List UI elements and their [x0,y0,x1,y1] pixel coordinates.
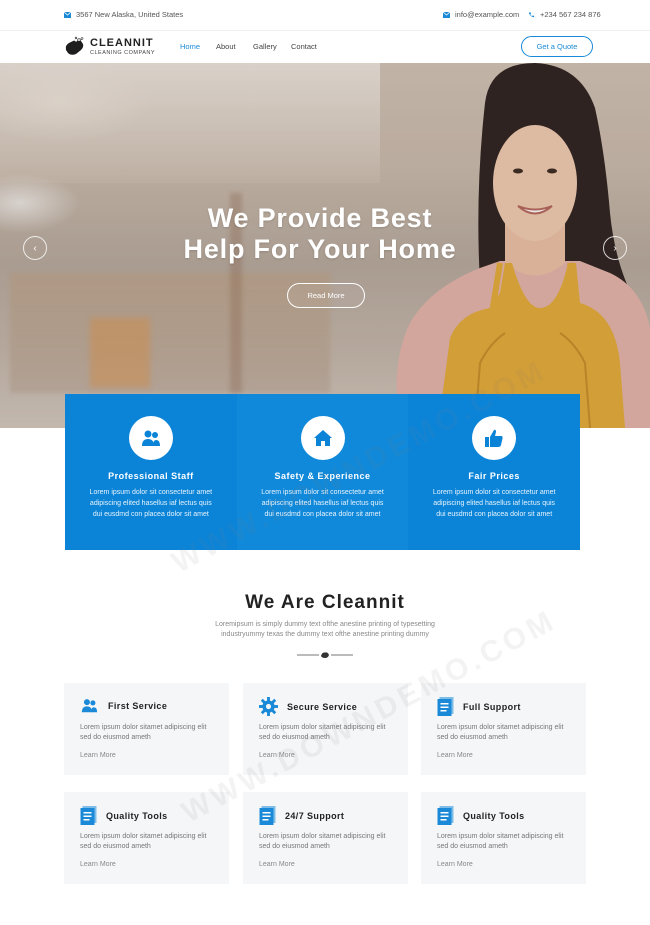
thumbs-up-icon [485,429,503,447]
document-icon [437,806,454,825]
learn-more-link[interactable]: Learn More [437,752,473,759]
hero-title-line1: We Provide Best [207,203,433,233]
nav-gallery[interactable]: Gallery [253,42,277,51]
service-title: Quality Tools [463,810,525,821]
document-icon [80,806,97,825]
slider-next-button[interactable]: › [603,236,627,260]
hero-title-line2: Help For Your Home [183,234,457,264]
chevron-left-icon: ‹ [33,242,37,254]
phone-info[interactable]: +234 567 234 876 [528,10,601,19]
top-bar: 3567 New Alaska, United States info@exam… [0,0,650,30]
service-card-head: Quality Tools [437,806,525,825]
nav-contact[interactable]: Contact [291,42,317,51]
service-card: Quality Tools Lorem ipsum dolor sitamet … [421,792,586,884]
service-card: 24/7 Support Lorem ipsum dolor sitamet a… [243,792,408,884]
feature-text: Lorem ipsum dolor sit consectetur amet a… [432,489,556,518]
read-more-button[interactable]: Read More [287,283,365,308]
service-desc: Lorem ipsum dolor sitamet adipiscing eli… [80,833,207,850]
service-desc: Lorem ipsum dolor sitamet adipiscing eli… [80,724,207,741]
nav-about[interactable]: About [216,42,236,51]
feature-title: Professional Staff [108,471,194,481]
service-title: Full Support [463,701,521,712]
cleaning-hand-icon [65,36,84,55]
chevron-right-icon: › [613,242,617,254]
logo-subtitle: CLEANING COMPANY [90,49,156,56]
feature-icon-circle [300,416,345,460]
feature-icon-circle [128,416,173,460]
get-quote-button[interactable]: Get a Quote [521,36,593,57]
service-card-head: Full Support [437,697,521,716]
envelope-icon [64,11,71,18]
service-title: First Service [108,700,168,711]
logo[interactable]: CLEANNIT CLEANING COMPANY [64,36,155,56]
section-title: We Are Cleannit [245,592,405,613]
document-icon [437,697,454,716]
service-desc: Lorem ipsum dolor sitamet adipiscing eli… [437,833,564,850]
document-icon [259,806,276,825]
intro-line2: industryummy texas the dummy text ofthe … [221,631,429,638]
email-info[interactable]: info@example.com [443,10,519,19]
slider-prev-button[interactable]: ‹ [23,236,47,260]
learn-more-link[interactable]: Learn More [259,861,295,868]
feature-title: Fair Prices [468,471,520,481]
service-desc: Lorem ipsum dolor sitamet adipiscing eli… [259,833,386,850]
email-text[interactable]: info@example.com [455,10,519,19]
users-icon [81,699,98,713]
gear-icon [259,697,278,716]
service-card-head: 24/7 Support [259,806,344,825]
home-icon [313,430,332,446]
learn-more-link[interactable]: Learn More [80,861,116,868]
logo-title: CLEANNIT [90,36,154,49]
section-intro: Loremipsum is simply dummy text ofthe an… [200,620,450,640]
service-card-head: First Service [80,697,167,714]
site-header: CLEANNIT CLEANING COMPANY Home About Gal… [0,30,650,63]
service-title: 24/7 Support [285,810,345,821]
nav-home[interactable]: Home [180,42,200,51]
address-info: 3567 New Alaska, United States [64,10,183,19]
service-desc: Lorem ipsum dolor sitamet adipiscing eli… [437,724,564,741]
service-title: Quality Tools [106,810,168,821]
intro-line1: Loremipsum is simply dummy text ofthe an… [215,621,435,628]
hero-title: We Provide Best Help For Your Home [150,203,490,265]
phone-icon [528,11,535,17]
service-card: Full Support Lorem ipsum dolor sitamet a… [421,683,586,775]
divider-hand-icon [321,652,329,658]
learn-more-link[interactable]: Learn More [80,752,116,759]
hero-slider: We Provide Best Help For Your Home Read … [0,63,650,428]
envelope-icon [443,11,450,18]
phone-text[interactable]: +234 567 234 876 [540,10,601,19]
section-divider [297,652,353,658]
learn-more-link[interactable]: Learn More [437,861,473,868]
service-card-head: Quality Tools [80,806,168,825]
users-icon [141,430,160,446]
address-text: 3567 New Alaska, United States [76,10,184,19]
service-card: First Service Lorem ipsum dolor sitamet … [64,683,229,775]
feature-text: Lorem ipsum dolor sit consectetur amet a… [89,489,213,518]
